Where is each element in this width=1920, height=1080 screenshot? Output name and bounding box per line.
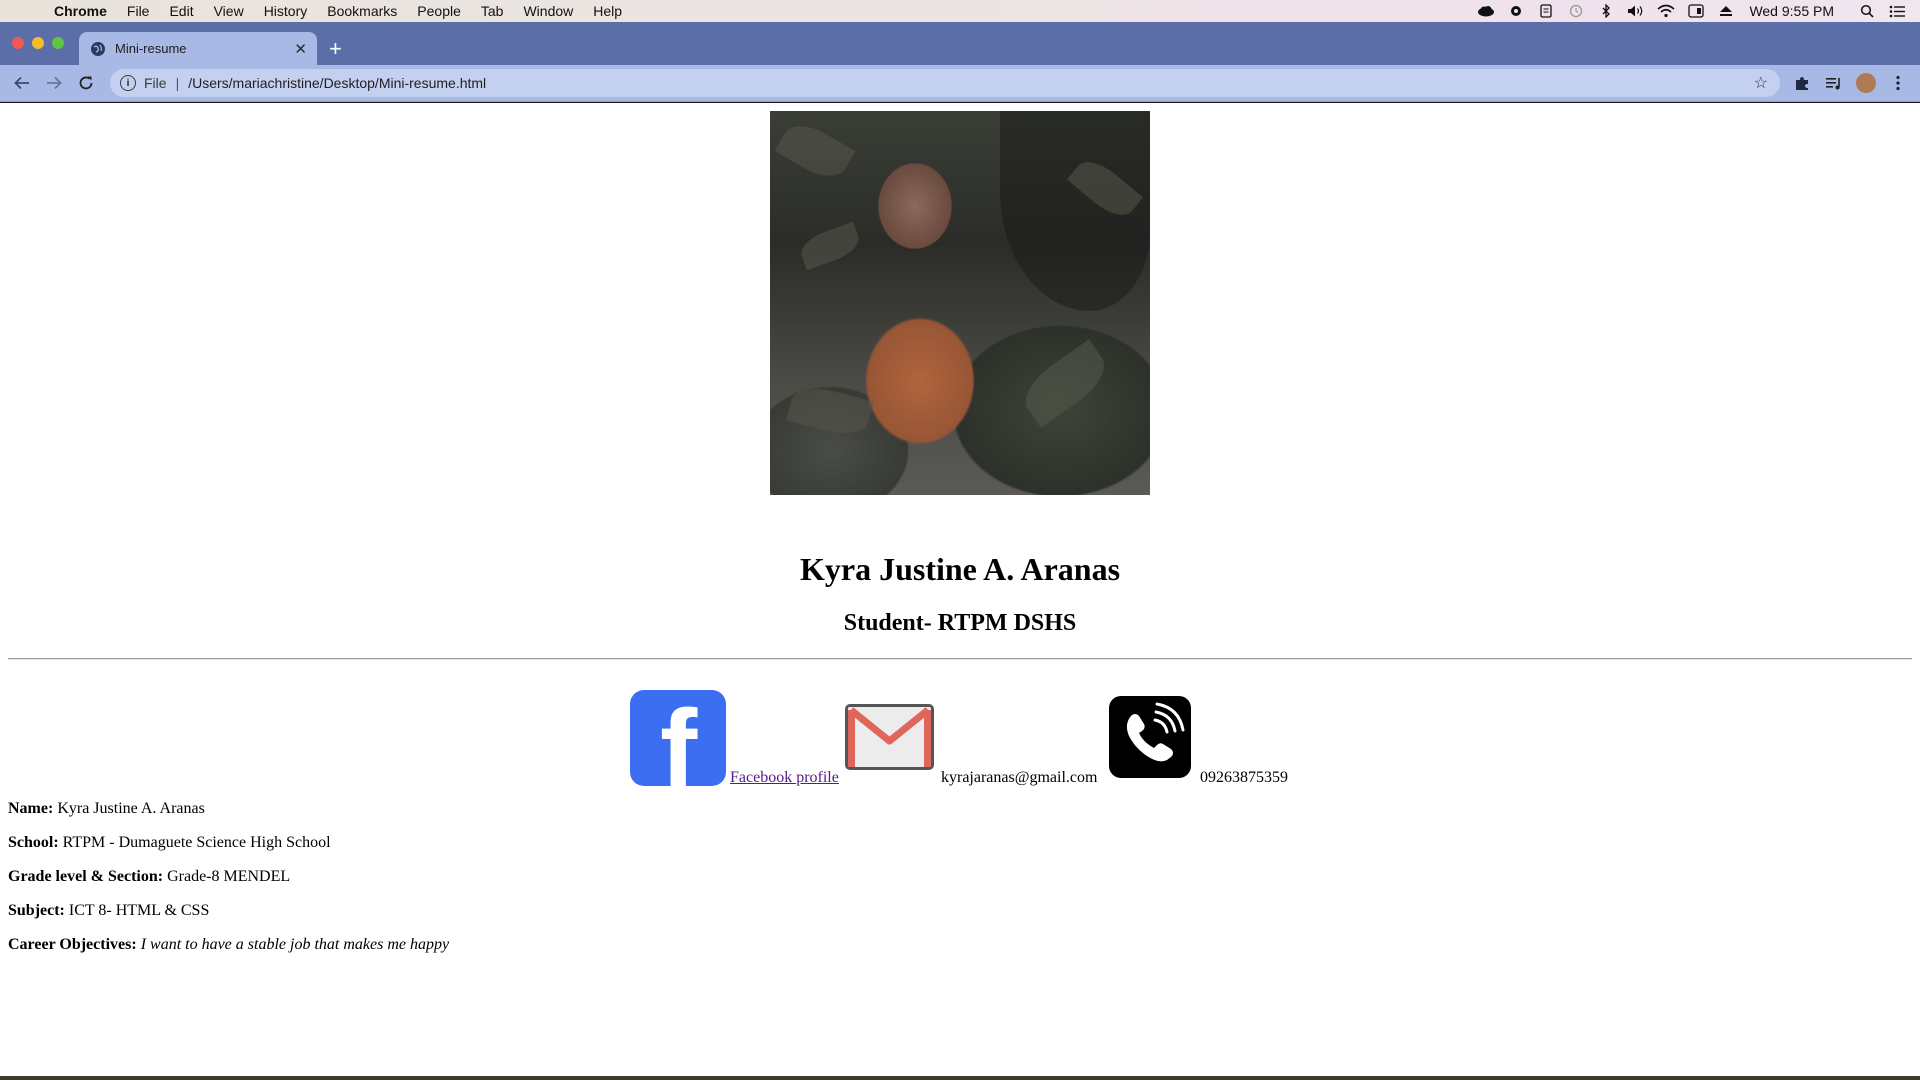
cloud-icon[interactable] (1477, 4, 1495, 18)
eject-icon[interactable] (1717, 4, 1735, 18)
menu-people[interactable]: People (417, 3, 461, 19)
new-tab-plus-icon[interactable]: + (329, 36, 342, 62)
gear-icon[interactable] (1507, 4, 1525, 18)
contact-row: f Facebook profile kyrajaranas@gmail.com… (0, 686, 1920, 786)
resume-details: Name: Kyra Justine A. Aranas School: RTP… (8, 800, 449, 970)
menu-window[interactable]: Window (523, 3, 573, 19)
menu-tab[interactable]: Tab (481, 3, 504, 19)
gmail-icon (845, 704, 934, 770)
phone-number: 09263875359 (1200, 769, 1288, 786)
wifi-icon[interactable] (1657, 4, 1675, 18)
photo-foliage (796, 221, 864, 271)
detail-label: Subject: (8, 902, 65, 919)
horizontal-rule (8, 658, 1912, 660)
menu-file[interactable]: File (127, 3, 150, 19)
email-address: kyrajaranas@gmail.com (941, 769, 1098, 786)
back-arrow-icon[interactable] (12, 73, 32, 93)
info-icon[interactable]: i (120, 75, 136, 91)
detail-subject: Subject: ICT 8- HTML & CSS (8, 902, 449, 936)
globe-icon (91, 41, 105, 56)
spotlight-search-icon[interactable] (1858, 4, 1876, 18)
detail-label: School: (8, 834, 59, 851)
profile-avatar-icon[interactable] (1856, 73, 1876, 93)
close-tab-icon[interactable]: ✕ (294, 40, 307, 58)
address-bar[interactable]: i File | /Users/mariachristine/Desktop/M… (110, 69, 1780, 97)
input-source-icon[interactable] (1687, 4, 1705, 18)
more-menu-icon[interactable] (1888, 73, 1908, 93)
detail-label: Name: (8, 800, 54, 817)
menu-edit[interactable]: Edit (169, 3, 193, 19)
extensions-puzzle-icon[interactable] (1792, 73, 1812, 93)
detail-career-objectives: Career Objectives: I want to have a stab… (8, 936, 449, 970)
url-separator: | (175, 75, 180, 91)
photo-foliage (1015, 339, 1115, 428)
time-machine-icon[interactable] (1567, 4, 1585, 18)
photo-foliage (786, 381, 874, 441)
detail-grade-section: Grade level & Section: Grade-8 MENDEL (8, 868, 449, 902)
reload-icon[interactable] (76, 73, 96, 93)
detail-value: I want to have a stable job that makes m… (140, 936, 450, 953)
facebook-profile-link[interactable]: Facebook profile (730, 769, 839, 787)
bluetooth-icon[interactable] (1597, 4, 1615, 18)
media-queue-icon[interactable] (1824, 73, 1844, 93)
tab-strip: Mini-resume ✕ + (0, 22, 1920, 65)
resume-name-heading: Kyra Justine A. Aranas (799, 551, 1121, 587)
url-scheme-label: File (144, 75, 167, 91)
desktop-edge (0, 1076, 1920, 1080)
notification-center-icon[interactable] (1888, 4, 1906, 18)
phone-icon (1109, 696, 1191, 778)
minimize-window-button[interactable] (32, 37, 44, 49)
menu-bookmarks[interactable]: Bookmarks (327, 3, 397, 19)
status-area: Wed 9:55 PM (1465, 0, 1920, 22)
bookmark-star-icon[interactable]: ☆ (1754, 73, 1768, 93)
detail-value: RTPM - Dumaguete Science High School (62, 834, 331, 851)
tab-title: Mini-resume (115, 41, 187, 56)
menu-bar: Chrome File Edit View History Bookmarks … (0, 0, 1920, 22)
detail-label: Career Objectives: (8, 936, 137, 953)
volume-icon[interactable] (1627, 4, 1645, 18)
profile-photo (770, 111, 1150, 495)
detail-value: Grade-8 MENDEL (167, 868, 291, 885)
photo-foliage (774, 116, 856, 186)
window-controls (12, 37, 72, 49)
url-text[interactable]: /Users/mariachristine/Desktop/Mini-resum… (188, 75, 486, 91)
detail-value: Kyra Justine A. Aranas (57, 800, 205, 817)
tab-mini-resume[interactable]: Mini-resume ✕ (79, 32, 317, 65)
forward-arrow-icon[interactable] (44, 73, 64, 93)
facebook-icon[interactable]: f (630, 690, 726, 786)
page-content: Kyra Justine A. Aranas Student- RTPM DSH… (0, 103, 1920, 1076)
zoom-window-button[interactable] (52, 37, 64, 49)
menu-view[interactable]: View (214, 3, 244, 19)
clipboard-icon[interactable] (1537, 4, 1555, 18)
detail-name: Name: Kyra Justine A. Aranas (8, 800, 449, 834)
detail-label: Grade level & Section: (8, 868, 164, 885)
menubar-clock[interactable]: Wed 9:55 PM (1749, 3, 1834, 19)
browser-toolbar: i File | /Users/mariachristine/Desktop/M… (0, 65, 1920, 102)
resume-role-heading: Student- RTPM DSHS (843, 610, 1077, 636)
menu-app-name[interactable]: Chrome (54, 3, 107, 19)
menu-help[interactable]: Help (593, 3, 622, 19)
menu-history[interactable]: History (264, 3, 308, 19)
detail-school: School: RTPM - Dumaguete Science High Sc… (8, 834, 449, 868)
close-window-button[interactable] (12, 37, 24, 49)
detail-value: ICT 8- HTML & CSS (68, 902, 210, 919)
